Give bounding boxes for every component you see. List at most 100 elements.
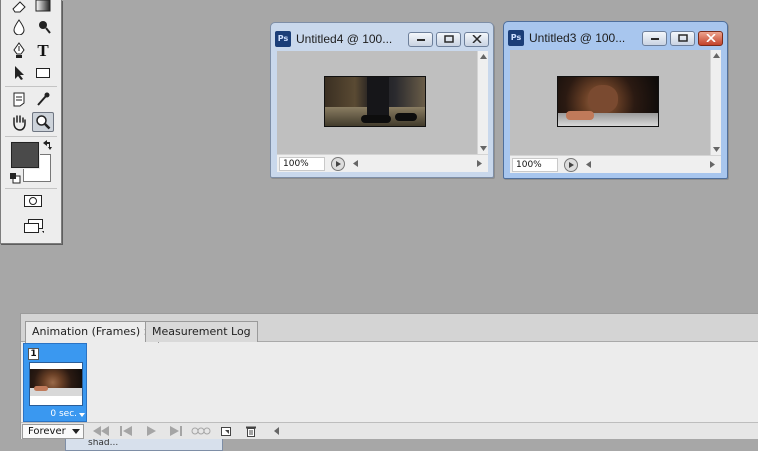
- status-play-icon: [569, 161, 574, 168]
- tab-animation-frames[interactable]: Animation (Frames)×: [25, 321, 159, 343]
- horizontal-scrollbar[interactable]: [584, 158, 721, 172]
- frame-delay[interactable]: 0 sec.: [50, 409, 77, 419]
- hand-tool[interactable]: [8, 112, 30, 132]
- scroll-right-icon[interactable]: [477, 159, 482, 167]
- blur-tool[interactable]: [8, 17, 30, 37]
- minimized-window-title: shad...: [88, 438, 119, 448]
- tween-icon: [191, 427, 211, 435]
- hand-icon: [13, 114, 26, 131]
- vertical-scrollbar[interactable]: [710, 50, 721, 155]
- zoom-tool[interactable]: [32, 112, 54, 132]
- minimize-icon: [416, 39, 425, 41]
- tools-panel: T: [0, 0, 62, 244]
- step-back-icon: [120, 426, 132, 436]
- status-menu-button[interactable]: [564, 157, 578, 172]
- restore-icon: [677, 34, 688, 42]
- status-play-icon: [336, 160, 341, 167]
- vertical-scrollbar[interactable]: [477, 51, 488, 154]
- duplicate-frame-button[interactable]: [215, 424, 237, 438]
- document-canvas[interactable]: [510, 50, 710, 155]
- window-title: Untitled3 @ 100...: [529, 31, 626, 45]
- gradient-tool[interactable]: [32, 0, 54, 16]
- loop-options-select[interactable]: Forever: [22, 423, 84, 439]
- status-menu-button[interactable]: [331, 156, 345, 171]
- new-frame-icon: [221, 427, 231, 436]
- minimized-window[interactable]: shad...: [65, 438, 223, 451]
- window-statusbar: 100%: [277, 154, 488, 172]
- tab-measurement-log[interactable]: Measurement Log: [145, 321, 258, 342]
- quick-mask-button[interactable]: [22, 191, 44, 211]
- scroll-down-icon[interactable]: [713, 147, 720, 152]
- eraser-icon: [12, 1, 26, 13]
- maximize-button[interactable]: [670, 30, 695, 46]
- zoom-level-field[interactable]: 100%: [512, 157, 558, 172]
- frame-thumbnail: [29, 362, 83, 406]
- restore-icon: [443, 35, 454, 43]
- document-window-untitled3[interactable]: Ps Untitled3 @ 100... 100%: [503, 21, 728, 179]
- close-icon: [705, 34, 716, 42]
- window-title: Untitled4 @ 100...: [296, 32, 393, 46]
- delete-frame-button[interactable]: [240, 424, 262, 438]
- scroll-up-icon[interactable]: [480, 54, 487, 59]
- next-frame-button[interactable]: [165, 424, 187, 438]
- horizontal-scrollbar[interactable]: [351, 157, 488, 171]
- first-frame-button[interactable]: [90, 424, 112, 438]
- tab-label: Measurement Log: [152, 325, 251, 338]
- photoshop-icon: Ps: [275, 31, 291, 47]
- close-button[interactable]: [464, 31, 489, 47]
- tween-button[interactable]: [190, 424, 212, 438]
- tools-separator: [5, 86, 57, 87]
- loop-option-value: Forever: [28, 425, 66, 437]
- scroll-left-icon[interactable]: [586, 160, 591, 168]
- photoshop-icon: Ps: [508, 30, 524, 46]
- eyedropper-tool[interactable]: [32, 89, 54, 109]
- window-titlebar[interactable]: Ps Untitled3 @ 100...: [508, 26, 723, 50]
- animation-frame-1[interactable]: 1 0 sec.: [23, 343, 87, 422]
- minimize-icon: [650, 38, 659, 40]
- minimize-button[interactable]: [408, 31, 433, 47]
- dodge-tool[interactable]: [32, 17, 54, 37]
- frame-number: 1: [28, 348, 39, 360]
- frame-delay-dropdown-icon[interactable]: [79, 413, 85, 417]
- screen-mode-button[interactable]: [22, 216, 44, 236]
- step-forward-icon: [170, 426, 182, 436]
- gradient-icon: [35, 0, 51, 12]
- eyedropper-icon: [37, 92, 50, 106]
- previous-frame-button[interactable]: [115, 424, 137, 438]
- scroll-left-icon[interactable]: [353, 159, 358, 167]
- rectangle-tool[interactable]: [32, 63, 54, 83]
- eraser-tool[interactable]: [8, 0, 30, 16]
- swap-colors-icon[interactable]: [41, 139, 53, 151]
- zoom-level-field[interactable]: 100%: [279, 156, 325, 171]
- document-canvas[interactable]: [277, 51, 477, 154]
- pen-icon: [13, 42, 25, 58]
- minimize-button[interactable]: [642, 30, 667, 46]
- window-titlebar[interactable]: Ps Untitled4 @ 100...: [275, 27, 489, 51]
- foreground-color-swatch[interactable]: [11, 142, 39, 168]
- pen-tool[interactable]: [8, 41, 30, 61]
- tools-separator: [5, 136, 57, 137]
- notes-tool[interactable]: [8, 89, 30, 109]
- scroll-left-icon[interactable]: [274, 427, 279, 435]
- scroll-right-icon[interactable]: [710, 160, 715, 168]
- close-button[interactable]: [698, 30, 723, 46]
- rectangle-icon: [36, 68, 50, 78]
- screen-mode-icon: [24, 219, 44, 233]
- document-window-untitled4[interactable]: Ps Untitled4 @ 100... 100%: [270, 22, 494, 178]
- document-image: [557, 76, 659, 127]
- rewind-icon: [93, 426, 109, 436]
- trash-icon: [246, 426, 256, 437]
- scroll-up-icon[interactable]: [713, 53, 720, 58]
- arrow-pointer-icon: [15, 66, 24, 80]
- path-selection-tool[interactable]: [8, 63, 30, 83]
- type-tool[interactable]: T: [32, 41, 54, 61]
- scroll-down-icon[interactable]: [480, 146, 487, 151]
- document-image: [324, 76, 426, 127]
- maximize-button[interactable]: [436, 31, 461, 47]
- tools-separator: [5, 188, 57, 189]
- default-colors-icon[interactable]: [9, 172, 21, 184]
- chevron-down-icon: [72, 428, 80, 434]
- animation-toolbar: Forever: [21, 422, 758, 439]
- play-button[interactable]: [140, 424, 162, 438]
- panel-tab-bar: Animation (Frames)× Measurement Log: [21, 314, 758, 343]
